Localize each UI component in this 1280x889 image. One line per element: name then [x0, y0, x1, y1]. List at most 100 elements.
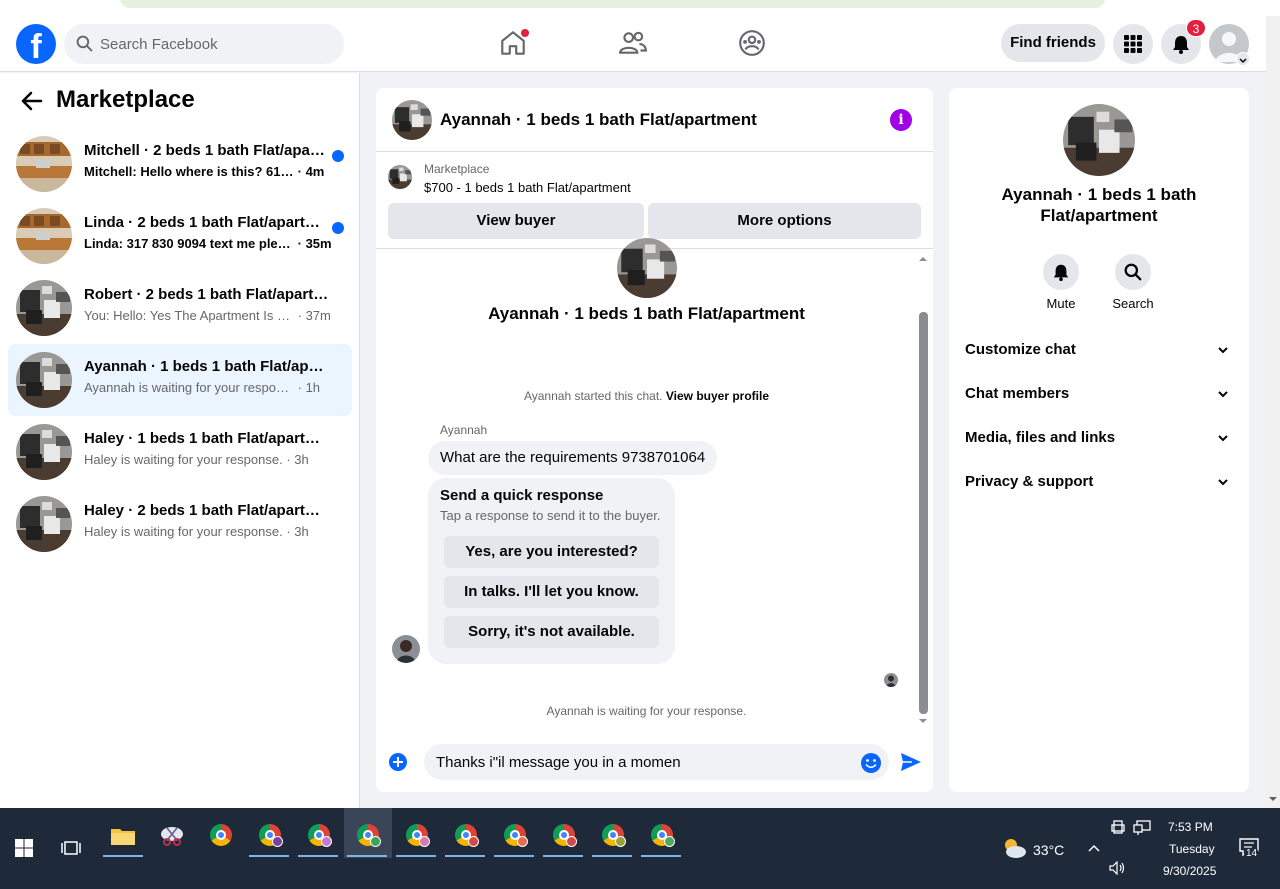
menu-button[interactable] [1113, 24, 1153, 64]
chrome-profile-icon [651, 824, 675, 847]
groups-icon[interactable] [737, 28, 767, 58]
conversation-item[interactable]: Linda · 2 beds 1 bath Flat/apartment Lind… [8, 200, 352, 272]
conversation-item[interactable]: Haley · 1 beds 1 bath Flat/apartment Hale… [8, 416, 352, 488]
chrome-profile-icon [602, 824, 626, 847]
windows-start-icon[interactable] [15, 839, 33, 857]
media-files-links-section[interactable]: Media, files and links [965, 418, 1233, 458]
quick-response-card: Send a quick response Tap a response to … [428, 478, 675, 664]
conversation-preview: Mitchell: Hello where is this? 6164... ·… [84, 164, 325, 179]
back-arrow-icon[interactable] [20, 90, 44, 112]
chevron-down-icon [1218, 479, 1228, 486]
grid-menu-icon [1124, 35, 1142, 53]
chrome-taskbar-8[interactable] [543, 816, 583, 857]
quick-response-yes[interactable]: Yes, are you interested? [444, 536, 659, 568]
network-icon[interactable] [1133, 820, 1151, 836]
bell-icon [1053, 264, 1069, 281]
home-notification-dot [521, 29, 529, 37]
conversation-preview: Ayannah is waiting for your response. · … [84, 380, 321, 395]
find-friends-button[interactable]: Find friends [1001, 24, 1105, 62]
device-icon[interactable] [1111, 820, 1125, 836]
scroll-up-icon[interactable] [917, 254, 929, 264]
chrome-icon [210, 824, 232, 846]
listing-thumbnail[interactable] [388, 165, 412, 189]
scroll-down-icon[interactable] [917, 716, 929, 726]
chat-started-notice: Ayannah started this chat. View buyer pr… [523, 389, 770, 403]
weather-temperature[interactable]: 33°C [1033, 842, 1064, 858]
chrome-taskbar-7[interactable] [494, 816, 534, 857]
search-icon [1124, 263, 1142, 281]
message-composer [376, 736, 933, 792]
search-input[interactable] [100, 24, 330, 64]
conversation-title: Linda · 2 beds 1 bath Flat/apartment [84, 214, 329, 231]
conversation-item[interactable]: Ayannah · 1 beds 1 bath Flat/apartment Ay… [8, 344, 352, 416]
page-scrollbar[interactable] [1266, 16, 1280, 808]
chat-title[interactable]: Ayannah · 1 beds 1 bath Flat/apartment [440, 110, 757, 130]
clock-time[interactable]: 7:53 PM [1168, 820, 1213, 834]
customize-chat-section[interactable]: Customize chat [965, 330, 1233, 370]
message-input[interactable] [424, 744, 889, 780]
unread-dot [332, 222, 344, 234]
chrome-taskbar-5[interactable] [396, 816, 436, 857]
clock-date[interactable]: 9/30/2025 [1163, 864, 1216, 878]
chrome-taskbar-9[interactable] [592, 816, 632, 857]
listing-thumbnail [16, 280, 72, 336]
chrome-taskbar-2[interactable] [249, 816, 289, 857]
chrome-taskbar-4[interactable] [347, 816, 387, 857]
listing-price[interactable]: $700 - 1 beds 1 bath Flat/apartment [424, 180, 631, 195]
plus-icon[interactable] [388, 752, 408, 772]
chevron-down-icon [1218, 347, 1228, 354]
listing-thumbnail [16, 496, 72, 552]
sender-avatar[interactable] [392, 635, 420, 663]
chrome-profile-icon [504, 824, 528, 847]
chrome-taskbar-1[interactable] [200, 816, 240, 856]
task-view-icon[interactable] [61, 839, 81, 857]
conversation-time: · 35m [297, 236, 332, 251]
chrome-taskbar-3[interactable] [298, 816, 338, 857]
scroll-down-icon[interactable] [1266, 794, 1280, 804]
folder-icon [111, 829, 135, 845]
details-title: Ayannah · 1 beds 1 bath Flat/apartment [1001, 185, 1197, 225]
chat-window: Ayannah · 1 beds 1 bath Flat/apartment i… [376, 88, 933, 792]
message-list: Ayannah · 1 beds 1 bath Flat/apartment A… [376, 238, 933, 730]
page-title: Marketplace [56, 86, 195, 113]
search-box[interactable] [64, 24, 344, 64]
privacy-support-section[interactable]: Privacy & support [965, 462, 1233, 502]
chat-listing-thumbnail[interactable] [392, 100, 432, 140]
info-icon[interactable]: i [890, 109, 912, 131]
quick-response-in-talks[interactable]: In talks. I'll let you know. [444, 576, 659, 608]
conversation-title: Ayannah · 1 beds 1 bath Flat/apartment [84, 358, 329, 375]
friends-icon[interactable] [618, 28, 648, 58]
chat-scrollbar[interactable] [917, 250, 929, 730]
chevron-down-icon [1218, 435, 1228, 442]
snipping-tool-taskbar[interactable] [152, 816, 192, 856]
conversation-item[interactable]: Mitchell · 2 beds 1 bath Flat/apartment M… [8, 128, 352, 200]
volume-icon[interactable] [1109, 861, 1127, 875]
view-buyer-button[interactable]: View buyer [388, 203, 644, 239]
conversation-item[interactable]: Robert · 2 beds 1 bath Flat/apartment You… [8, 272, 352, 344]
send-icon[interactable] [900, 752, 922, 772]
details-listing-image[interactable] [1063, 104, 1135, 176]
emoji-icon[interactable] [860, 752, 882, 774]
chat-header: Ayannah · 1 beds 1 bath Flat/apartment i [376, 88, 933, 152]
chrome-profile-icon [406, 824, 430, 847]
account-caret-icon[interactable] [1236, 52, 1250, 66]
conversation-item[interactable]: Haley · 2 beds 1 bath Flat/apartment Hale… [8, 488, 352, 560]
listing-label: Marketplace [424, 162, 490, 176]
view-buyer-profile-link[interactable]: View buyer profile [666, 389, 769, 403]
weather-icon[interactable] [1000, 836, 1028, 860]
search-chat-button[interactable]: Search [1103, 254, 1163, 311]
chrome-profile-icon [259, 824, 283, 847]
facebook-logo[interactable]: f [16, 24, 56, 64]
chevron-up-icon[interactable] [1087, 843, 1101, 853]
notification-count-badge: 3 [1186, 19, 1206, 37]
file-explorer-taskbar[interactable] [103, 816, 143, 857]
conversation-preview: Haley is waiting for your response. · 3h [84, 524, 309, 539]
quick-response-not-available[interactable]: Sorry, it's not available. [444, 616, 659, 648]
chat-members-section[interactable]: Chat members [965, 374, 1233, 414]
chrome-taskbar-6[interactable] [445, 816, 485, 857]
chrome-taskbar-10[interactable] [641, 816, 681, 857]
mute-button[interactable]: Mute [1031, 254, 1091, 311]
conversation-title: Mitchell · 2 beds 1 bath Flat/apartment [84, 142, 329, 159]
clock-day[interactable]: Tuesday [1169, 842, 1215, 856]
more-options-button[interactable]: More options [648, 203, 921, 239]
